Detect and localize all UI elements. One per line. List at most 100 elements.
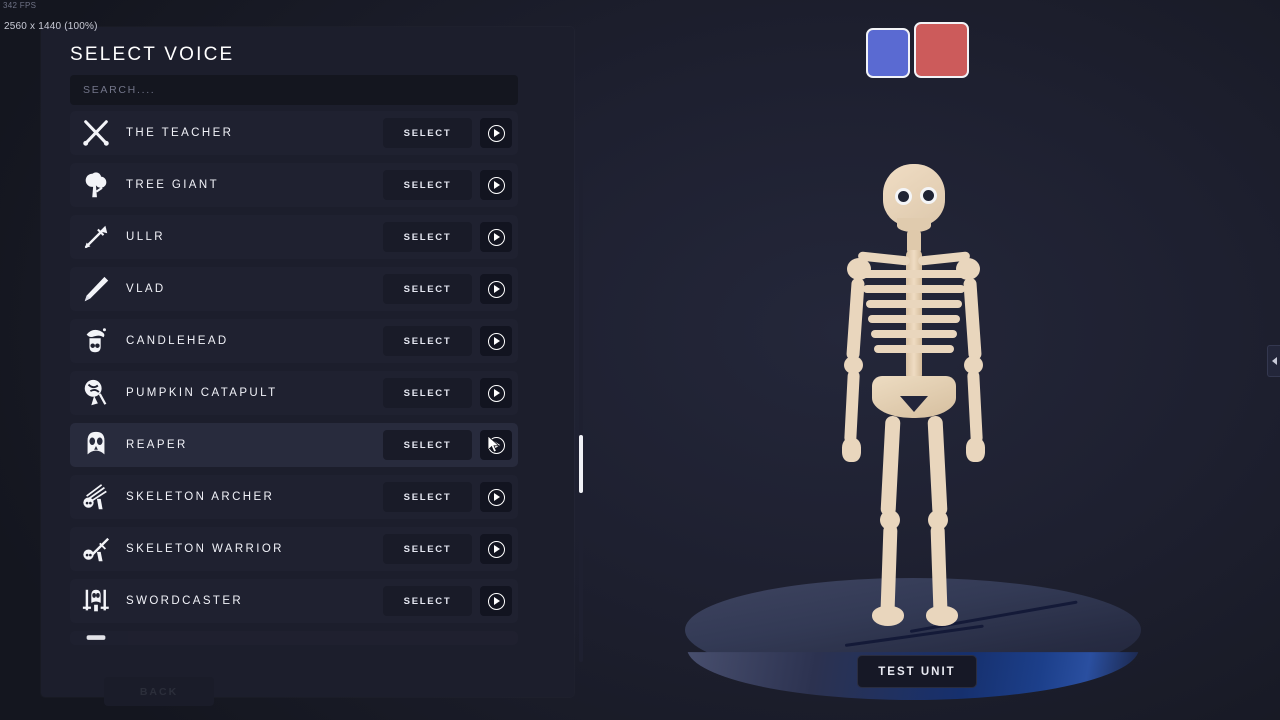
voice-list-item[interactable]: VLAD SELECT (70, 267, 518, 311)
upper-arm-right (963, 277, 982, 361)
select-voice-button[interactable]: SELECT (383, 326, 472, 356)
play-icon (487, 592, 505, 610)
voice-list-item[interactable] (70, 631, 518, 645)
forearm-right (967, 369, 983, 445)
play-voice-button[interactable] (480, 222, 512, 252)
rib (860, 270, 968, 278)
eye-left (895, 188, 912, 205)
select-voice-panel: SELECT VOICE THE TEACHER SELECT TREE GIAN… (41, 27, 583, 706)
skeleton-model (690, 130, 1150, 670)
select-voice-button[interactable]: SELECT (383, 274, 472, 304)
play-icon (487, 176, 505, 194)
eye-right (920, 187, 937, 204)
voice-list-item[interactable]: THE TEACHER SELECT (70, 111, 518, 155)
skeleton-sword-icon (70, 527, 122, 571)
play-icon (487, 228, 505, 246)
voice-name-label: VLAD (126, 283, 166, 295)
select-voice-button[interactable]: SELECT (383, 430, 472, 460)
select-voice-button[interactable]: SELECT (383, 118, 472, 148)
rib (868, 315, 960, 323)
skeleton-bow-icon (70, 475, 122, 519)
crossed-swords-icon (70, 111, 122, 155)
swordcaster-icon (70, 579, 122, 623)
play-icon (487, 124, 505, 142)
forearm-left (844, 369, 860, 445)
chevron-left-icon (1271, 357, 1277, 365)
select-voice-button[interactable]: SELECT (383, 534, 472, 564)
upper-arm-left (846, 277, 865, 361)
play-voice-button[interactable] (480, 482, 512, 512)
select-voice-button[interactable]: SELECT (383, 586, 472, 616)
pumpkin-icon (70, 371, 122, 415)
select-voice-button[interactable]: SELECT (383, 170, 472, 200)
tibia-left (880, 523, 898, 615)
arrow-icon (70, 215, 122, 259)
voice-name-label: SKELETON ARCHER (126, 491, 275, 503)
shoulder-left (847, 258, 871, 280)
voice-list-scrollbar[interactable] (579, 135, 583, 662)
voice-list[interactable]: THE TEACHER SELECT TREE GIANT SELECT ULLR S… (70, 111, 518, 664)
play-icon (487, 332, 505, 350)
candle-skull-icon (70, 319, 122, 363)
play-voice-button[interactable] (480, 118, 512, 148)
reaper-skull-icon (70, 423, 122, 467)
voice-list-item[interactable]: SWORDCASTER SELECT (70, 579, 518, 623)
voice-list-item[interactable]: ULLR SELECT (70, 215, 518, 259)
select-voice-button[interactable]: SELECT (383, 482, 472, 512)
hand-right (966, 438, 985, 462)
play-voice-button[interactable] (480, 326, 512, 356)
play-voice-button[interactable] (480, 430, 512, 460)
rib (874, 345, 954, 353)
voice-name-label: PUMPKIN CATAPULT (126, 387, 278, 399)
play-icon (487, 436, 505, 454)
play-icon (487, 488, 505, 506)
tree-icon (70, 163, 122, 207)
resolution-label: 2560 x 1440 (100%) (4, 21, 98, 32)
hand-left (842, 438, 861, 462)
tibia-right (930, 523, 948, 615)
test-unit-button[interactable]: TEST UNIT (857, 655, 977, 688)
femur-right (927, 415, 948, 517)
play-voice-button[interactable] (480, 170, 512, 200)
voice-list-item[interactable]: SKELETON WARRIOR SELECT (70, 527, 518, 571)
stake-icon (70, 267, 122, 311)
voice-name-label: CANDLEHEAD (126, 335, 229, 347)
back-button[interactable]: BACK (104, 677, 214, 706)
page-title: SELECT VOICE (70, 44, 235, 65)
play-voice-button[interactable] (480, 274, 512, 304)
play-voice-button[interactable] (480, 586, 512, 616)
foot-left (872, 606, 904, 626)
rib (863, 285, 965, 293)
fps-counter: 342 FPS (3, 1, 37, 10)
partial-row-icon (70, 631, 122, 645)
swatch-blue[interactable] (866, 28, 910, 78)
foot-right (926, 606, 958, 626)
voice-list-item[interactable]: TREE GIANT SELECT (70, 163, 518, 207)
team-color-swatches (866, 22, 969, 78)
shoulder-right (956, 258, 980, 280)
voice-list-item[interactable]: CANDLEHEAD SELECT (70, 319, 518, 363)
voice-name-label: SKELETON WARRIOR (126, 543, 284, 555)
rib (871, 330, 957, 338)
voice-name-label: TREE GIANT (126, 179, 220, 191)
game-screen: TEST UNIT SELECT VOICE THE TEACHERSELECT… (0, 0, 1280, 720)
swatch-red[interactable] (914, 22, 969, 78)
voice-list-item[interactable]: REAPER SELECT (70, 423, 518, 467)
select-voice-button[interactable]: SELECT (383, 378, 472, 408)
voice-list-item[interactable]: SKELETON ARCHER SELECT (70, 475, 518, 519)
play-voice-button[interactable] (480, 378, 512, 408)
select-voice-button[interactable]: SELECT (383, 222, 472, 252)
voice-name-label: THE TEACHER (126, 127, 234, 139)
play-icon (487, 540, 505, 558)
femur-left (880, 415, 901, 517)
play-voice-button[interactable] (480, 534, 512, 564)
search-input[interactable] (70, 75, 518, 105)
play-icon (487, 384, 505, 402)
scrollbar-thumb[interactable] (579, 435, 583, 494)
voice-name-label: REAPER (126, 439, 188, 451)
voice-list-item[interactable]: PUMPKIN CATAPULT SELECT (70, 371, 518, 415)
play-icon (487, 280, 505, 298)
side-panel-toggle[interactable] (1267, 345, 1280, 377)
voice-name-label: SWORDCASTER (126, 595, 244, 607)
voice-name-label: ULLR (126, 231, 166, 243)
